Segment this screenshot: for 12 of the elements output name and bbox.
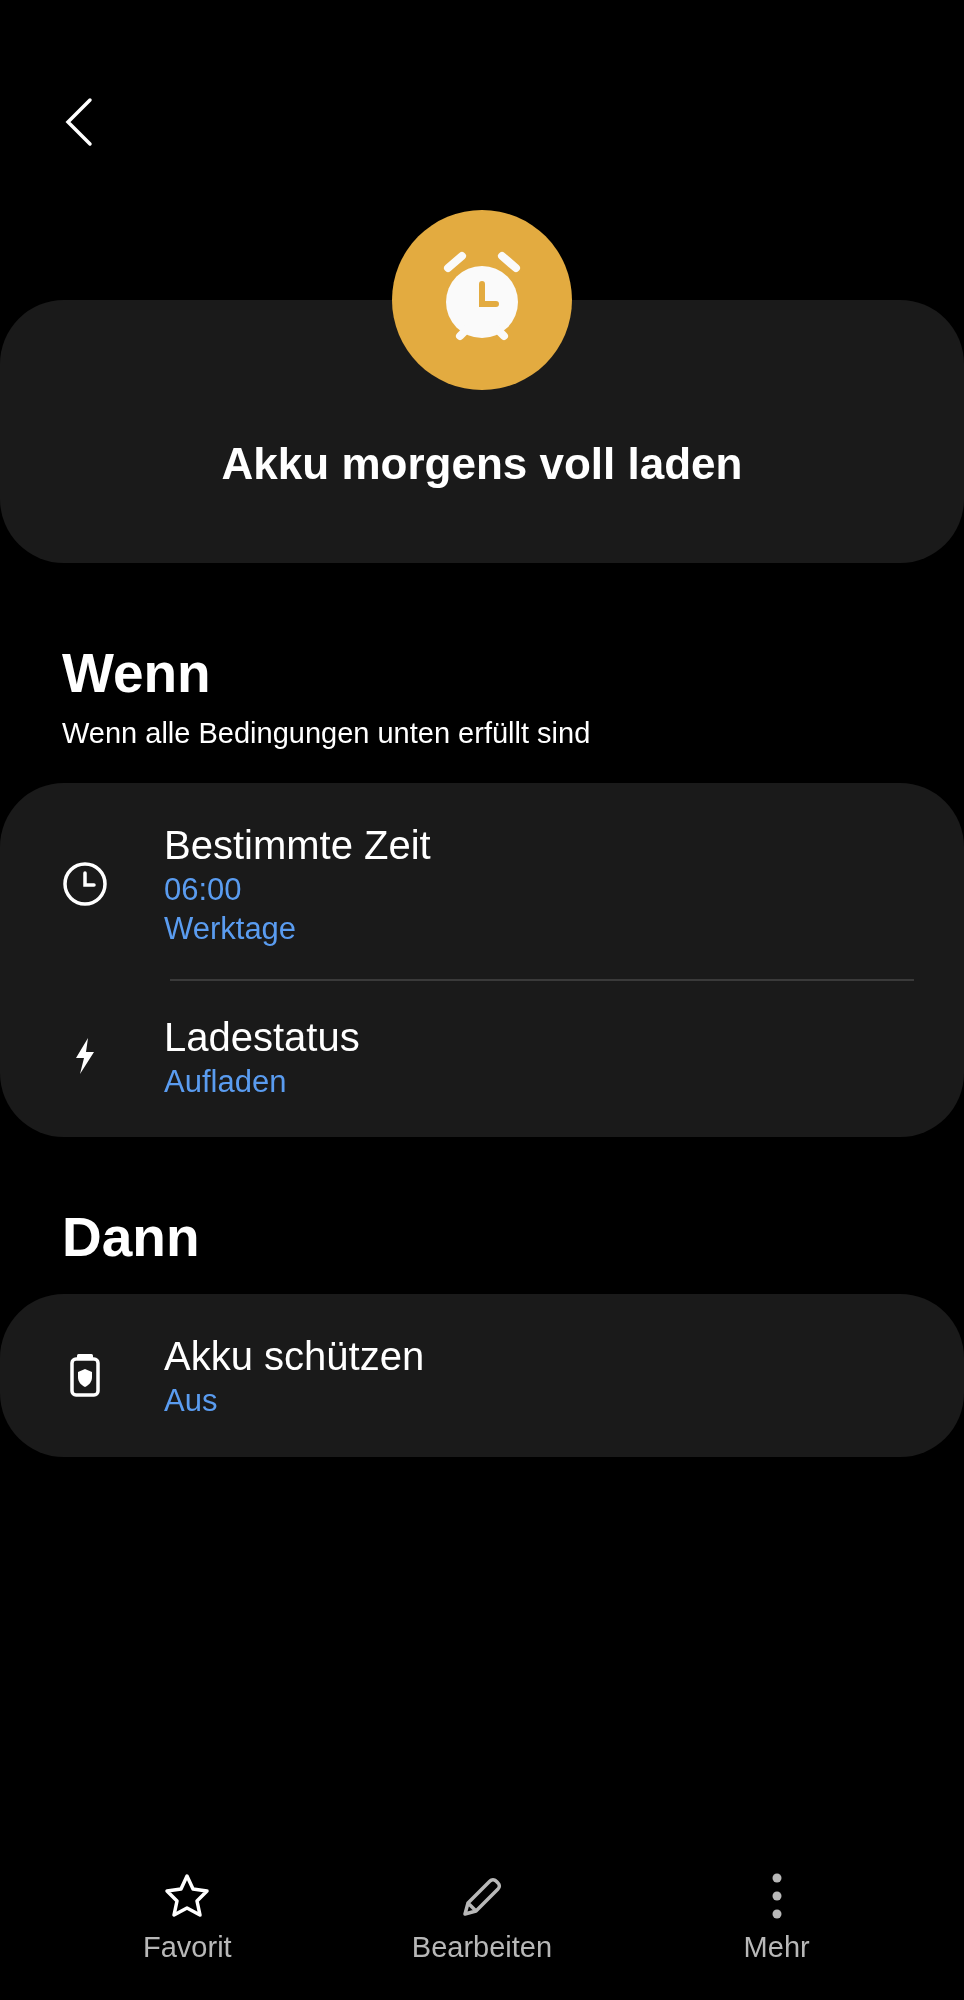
section-subtitle: Wenn alle Bedingungen unten erfüllt sind: [62, 715, 592, 751]
section-heading: Dann: [62, 1207, 201, 1268]
edit-button[interactable]: Bearbeiten: [352, 1870, 612, 1970]
clock-icon: [62, 860, 108, 907]
list-item[interactable]: Bestimmte Zeit 06:00 Werktage: [0, 805, 964, 963]
section-heading: Wenn: [62, 643, 212, 704]
more-button[interactable]: Mehr: [646, 1870, 907, 1970]
list-item[interactable]: Akku schützen Aus: [0, 1315, 964, 1435]
favorite-button[interactable]: Favorit: [57, 1870, 318, 1970]
list-item[interactable]: Ladestatus Aufladen: [0, 996, 964, 1116]
more-icon: [770, 1871, 783, 1920]
routine-title: Akku morgens voll laden: [221, 438, 743, 491]
